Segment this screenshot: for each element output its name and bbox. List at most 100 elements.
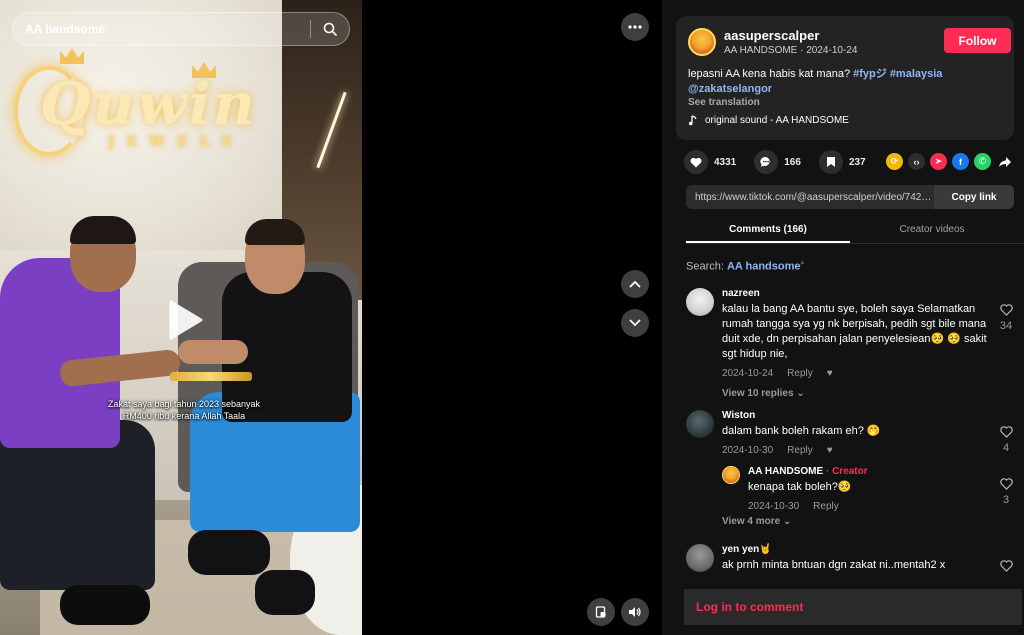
repost-icon[interactable]: ⟳ — [886, 153, 903, 170]
search-small-icon: ⌕ — [800, 260, 805, 267]
search-icon[interactable] — [311, 12, 349, 46]
comment-text: dalam bank boleh rakam eh? 🤭 — [722, 425, 881, 437]
comment-username[interactable]: nazreen — [722, 288, 988, 299]
comment-item: nazreen kalau la bang AA bantu sye, bole… — [686, 288, 1018, 410]
reply-button[interactable]: Reply — [787, 445, 813, 456]
comment-like[interactable]: 34 — [994, 304, 1018, 332]
see-translation-link[interactable]: See translation — [688, 97, 760, 108]
comment-username[interactable]: yen yen🤘 — [722, 544, 988, 555]
sound-name: original sound - AA HANDSOME — [705, 115, 849, 126]
previous-video-button[interactable] — [621, 270, 649, 298]
volume-button[interactable] — [621, 598, 649, 626]
reply-button[interactable]: Reply — [813, 501, 839, 512]
details-panel: aasuperscalper AA HANDSOME · 2024-10-24 … — [662, 0, 1024, 635]
reply-date: 2024-10-30 — [748, 501, 800, 512]
heart-icon — [684, 150, 708, 174]
login-to-comment-bar[interactable]: Log in to comment — [684, 589, 1022, 625]
creator-badge: · Creator — [823, 466, 868, 477]
like-count: 4331 — [714, 156, 737, 168]
comment-like-count: 34 — [999, 320, 1013, 332]
comment-avatar[interactable] — [686, 410, 714, 438]
person-left-hair — [70, 216, 136, 244]
post-description: lepasni AA kena habis kat mana? #fypジ #m… — [688, 67, 1006, 97]
save-button[interactable]: 237 — [818, 150, 866, 174]
facebook-icon[interactable]: f — [952, 153, 969, 170]
embed-icon[interactable]: ‹› — [908, 153, 925, 170]
share-arrow-icon[interactable] — [996, 153, 1013, 170]
reply-text: kenapa tak boleh?🥺 — [748, 481, 852, 493]
view-replies-button[interactable]: View 10 replies ⌄ — [722, 388, 988, 399]
author-subline: AA HANDSOME · 2024-10-24 — [724, 45, 857, 56]
picture-in-picture-icon — [595, 606, 606, 618]
comment-like[interactable]: 4 — [994, 426, 1018, 454]
pip-button[interactable] — [587, 598, 615, 626]
mention-link[interactable]: @zakatselangor — [688, 83, 772, 95]
reply-username[interactable]: AA HANDSOME — [748, 466, 823, 477]
chevron-up-icon — [629, 280, 641, 288]
comment-tabs: Comments (166) Creator videos — [686, 216, 1024, 244]
share-icons: ⟳ ‹› ➤ f ✆ — [886, 153, 1013, 170]
comment-username[interactable]: Wiston — [722, 410, 988, 421]
comment-count: 166 — [784, 156, 801, 168]
creator-liked-icon: ♥ — [826, 445, 833, 456]
heart-outline-icon — [999, 478, 1013, 490]
reply-like-count: 3 — [1002, 494, 1010, 506]
play-icon[interactable] — [163, 298, 207, 342]
gold-bar — [170, 372, 252, 381]
like-button[interactable]: 4331 — [684, 150, 736, 174]
comment-item: yen yen🤘 ak prnh minta bntuan dgn zakat … — [686, 544, 1018, 575]
whatsapp-icon[interactable]: ✆ — [974, 153, 991, 170]
comment-avatar[interactable] — [686, 288, 714, 316]
comment-text: kalau la bang AA bantu sye, boleh saya S… — [722, 303, 987, 360]
reply-avatar[interactable] — [722, 466, 740, 484]
comment-avatar[interactable] — [686, 544, 714, 572]
chevron-down-icon — [629, 319, 641, 327]
comment-like-count: 4 — [1002, 442, 1010, 454]
video-search-query[interactable]: AA handsome — [13, 22, 310, 36]
video-player[interactable]: Quwin JEWELS AA handsome Zakat saya bagi… — [0, 0, 362, 635]
video-search-bar[interactable]: AA handsome — [12, 12, 350, 46]
person-left-shoe — [60, 585, 150, 625]
hashtag-malaysia[interactable]: #malaysia — [890, 68, 943, 80]
follow-button[interactable]: Follow — [944, 28, 1011, 53]
share-url[interactable]: https://www.tiktok.com/@aasuperscalper/v… — [686, 192, 934, 203]
next-video-button[interactable] — [621, 309, 649, 337]
comment-date: 2024-10-24 — [722, 368, 774, 379]
description-text: lepasni AA kena habis kat mana? — [688, 68, 854, 80]
send-icon[interactable]: ➤ — [930, 153, 947, 170]
person-right-shoe — [188, 530, 270, 575]
creator-liked-icon: ♥ — [826, 368, 833, 379]
view-more-button[interactable]: View 4 more ⌄ — [722, 516, 988, 527]
username[interactable]: aasuperscalper — [724, 28, 819, 43]
search-prefix: Search: — [686, 260, 727, 273]
reply-item: AA HANDSOME · Creator kenapa tak boleh?🥺… — [722, 466, 1013, 512]
sound-link[interactable]: original sound - AA HANDSOME — [688, 115, 849, 126]
heart-outline-icon — [999, 426, 1013, 438]
comment-search-suggestion[interactable]: Search: AA handsome⌕ — [686, 260, 804, 273]
login-to-comment-link[interactable]: Log in to comment — [696, 600, 803, 614]
engagement-stats: 4331 166 237 — [684, 150, 884, 174]
person-right-hair — [245, 219, 305, 245]
bookmark-icon — [818, 150, 843, 174]
comment-item: Wiston dalam bank boleh rakam eh? 🤭 2024… — [686, 410, 1018, 544]
copy-link-button[interactable]: Copy link — [934, 185, 1014, 209]
separator: · — [797, 45, 807, 56]
hashtag-fyp[interactable]: #fypジ — [853, 68, 887, 80]
comment-button[interactable]: 166 — [754, 150, 801, 174]
more-options-button[interactable] — [621, 13, 649, 41]
share-link-box: https://www.tiktok.com/@aasuperscalper/v… — [686, 185, 1014, 209]
comment-like[interactable] — [994, 560, 1018, 575]
heart-outline-icon — [999, 560, 1013, 572]
person-right-shoe — [255, 570, 315, 615]
save-count: 237 — [848, 156, 866, 168]
tab-creator-videos[interactable]: Creator videos — [850, 216, 1014, 243]
avatar[interactable] — [688, 28, 716, 56]
comment-text: ak prnh minta bntuan dgn zakat ni..menta… — [722, 559, 946, 571]
ellipsis-icon — [628, 25, 642, 29]
store-logo: Quwin — [40, 70, 257, 138]
reply-like[interactable]: 3 — [994, 478, 1018, 506]
heart-outline-icon — [999, 304, 1013, 316]
search-term[interactable]: AA handsome — [727, 261, 801, 273]
reply-button[interactable]: Reply — [787, 368, 813, 379]
tab-comments[interactable]: Comments (166) — [686, 216, 850, 243]
